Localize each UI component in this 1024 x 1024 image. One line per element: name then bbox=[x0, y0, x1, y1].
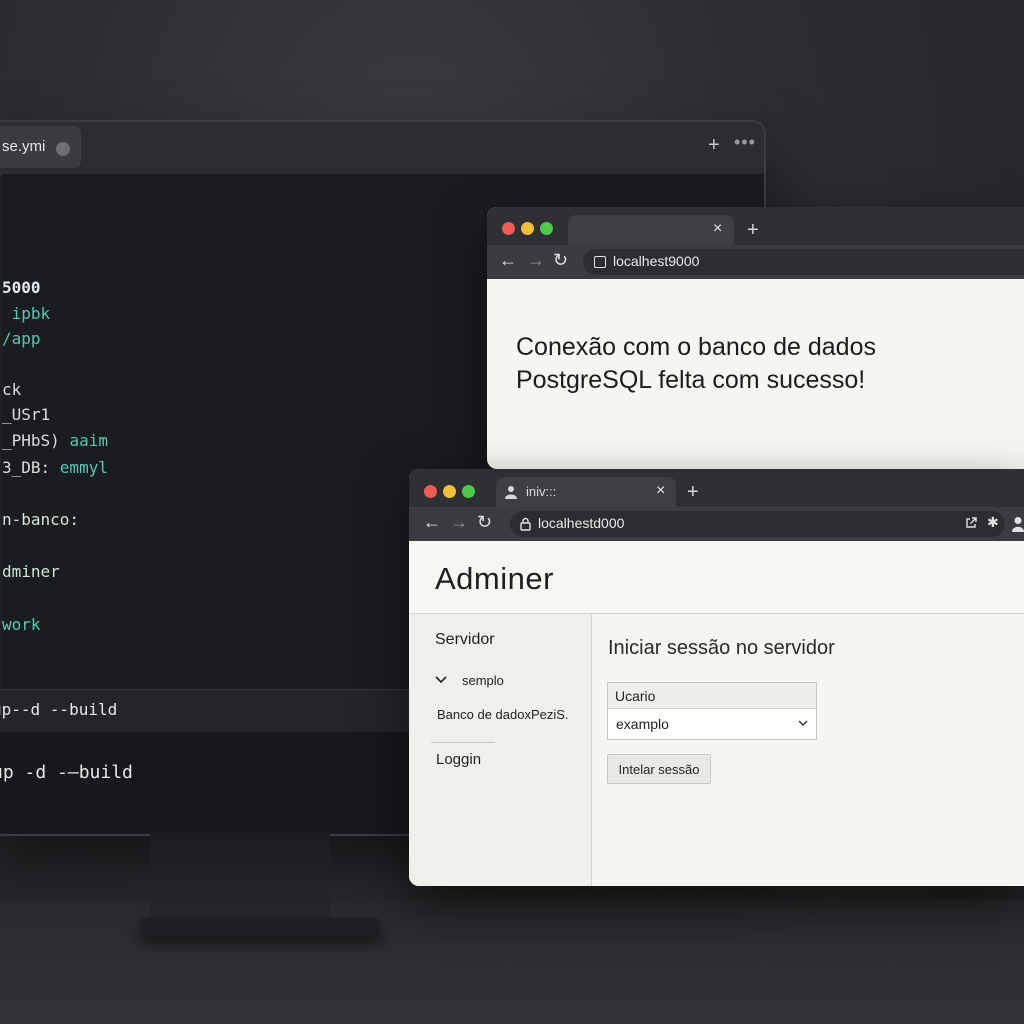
address-bar-url: localhestd000 bbox=[538, 515, 625, 531]
page-title: Adminer bbox=[435, 561, 554, 596]
browser-tab[interactable]: iniv::: × bbox=[496, 477, 676, 507]
profile-icon[interactable] bbox=[1012, 516, 1024, 532]
lock-icon bbox=[520, 517, 531, 531]
user-field-label-row: Ucario bbox=[608, 683, 816, 709]
address-bar-url: localhest9000 bbox=[613, 253, 700, 269]
browser-tab[interactable]: × bbox=[568, 215, 734, 245]
close-tab-icon[interactable]: × bbox=[656, 482, 665, 500]
success-message: Conexão com o banco de dados PostgreSQL … bbox=[516, 333, 876, 394]
monitor-stand bbox=[150, 832, 330, 924]
terminal-output-text: up -d -–build bbox=[0, 762, 133, 783]
maximize-window-icon[interactable] bbox=[540, 222, 553, 235]
back-arrow-icon[interactable]: ← bbox=[499, 250, 517, 271]
sidebar-heading: Servidor bbox=[435, 631, 495, 648]
sidebar-item-server[interactable]: semplo bbox=[462, 673, 504, 688]
sidebar-item-database[interactable]: Banco de dadoxPeziS. bbox=[437, 707, 569, 722]
adminer-header: Adminer bbox=[409, 541, 1024, 614]
extensions-icon[interactable]: ✱ bbox=[987, 514, 999, 531]
unsaved-dot-icon[interactable] bbox=[56, 142, 70, 156]
editor-tab-bar: se.ymi + ••• bbox=[0, 122, 764, 175]
close-window-icon[interactable] bbox=[424, 485, 437, 498]
minimize-window-icon[interactable] bbox=[443, 485, 456, 498]
sidebar-item-login[interactable]: Loggin bbox=[436, 751, 481, 768]
reload-icon[interactable]: ↻ bbox=[553, 250, 568, 271]
monitor-stand-base bbox=[140, 918, 380, 936]
address-bar[interactable]: localhest9000 bbox=[583, 249, 1024, 275]
close-tab-icon[interactable]: × bbox=[713, 220, 722, 238]
code-line: ipbk bbox=[2, 304, 51, 323]
code-line: ck bbox=[2, 380, 22, 399]
profile-icon bbox=[505, 486, 517, 499]
browser-toolbar: ← → ↻ localhestd000 ✱ bbox=[409, 507, 1024, 541]
back-arrow-icon[interactable]: ← bbox=[423, 512, 441, 533]
maximize-window-icon[interactable] bbox=[462, 485, 475, 498]
sidebar-divider bbox=[431, 742, 495, 743]
browser-toolbar: ← → ↻ localhest9000 bbox=[487, 245, 1024, 279]
browser-window-adminer: iniv::: × + ← → ↻ localhestd000 ✱ Admine… bbox=[409, 469, 1024, 886]
share-icon[interactable] bbox=[965, 517, 977, 529]
code-line: 3_DB: emmyl bbox=[2, 458, 108, 477]
code-line: _PHbS) aaim bbox=[2, 431, 108, 450]
code-line: work bbox=[2, 615, 41, 634]
new-tab-button[interactable]: + bbox=[687, 481, 699, 504]
code-line: dminer bbox=[2, 562, 60, 581]
user-field-label: Ucario bbox=[615, 688, 656, 704]
chevron-down-icon[interactable] bbox=[798, 720, 808, 727]
forward-arrow-icon[interactable]: → bbox=[450, 512, 468, 533]
page-icon bbox=[594, 256, 606, 268]
tab-title: iniv::: bbox=[526, 484, 557, 499]
code-line: 5000 bbox=[2, 278, 41, 297]
reload-icon[interactable]: ↻ bbox=[477, 512, 492, 533]
forward-arrow-icon[interactable]: → bbox=[527, 250, 545, 271]
code-line: /app bbox=[2, 329, 41, 348]
chevron-down-icon[interactable] bbox=[435, 676, 447, 684]
address-bar[interactable]: localhestd000 ✱ bbox=[510, 511, 1005, 537]
adminer-sidebar: Servidor semplo Banco de dadoxPeziS. Log… bbox=[409, 614, 592, 886]
new-file-button[interactable]: + bbox=[708, 134, 720, 157]
editor-tab-file[interactable]: se.ymi bbox=[0, 126, 81, 168]
browser-window-success: × + ← → ↻ localhest9000 Conexão com o ba… bbox=[487, 207, 1024, 469]
login-form-title: Iniciar sessão no servidor bbox=[608, 637, 835, 659]
browser-titlebar: × + bbox=[487, 207, 1024, 245]
login-button[interactable]: Intelar sessão bbox=[607, 754, 711, 784]
terminal-command-text: up--d --build bbox=[0, 700, 118, 719]
close-window-icon[interactable] bbox=[502, 222, 515, 235]
user-select-value[interactable]: examplo bbox=[616, 716, 669, 732]
code-line: n-banco: bbox=[2, 510, 80, 529]
minimize-window-icon[interactable] bbox=[521, 222, 534, 235]
more-options-icon[interactable]: ••• bbox=[734, 132, 756, 153]
editor-tab-label: se.ymi bbox=[2, 138, 46, 155]
code-line: _USr1 bbox=[2, 405, 51, 424]
new-tab-button[interactable]: + bbox=[747, 219, 759, 242]
user-field: Ucario examplo bbox=[607, 682, 817, 740]
browser-titlebar: iniv::: × + bbox=[409, 469, 1024, 507]
